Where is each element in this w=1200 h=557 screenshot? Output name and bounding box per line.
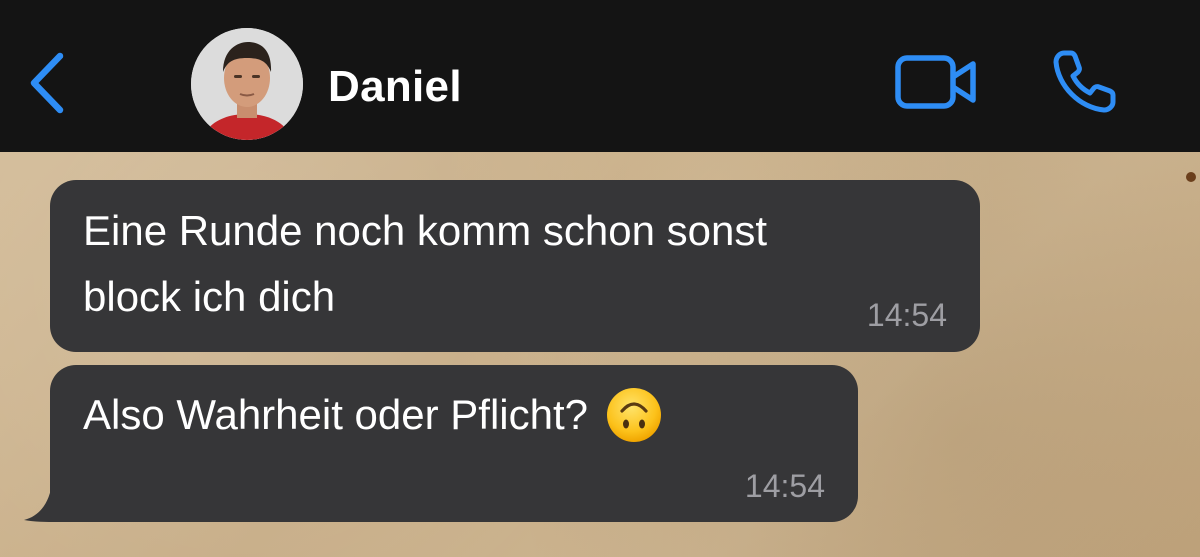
- message-line: Also Wahrheit oder Pflicht?: [83, 391, 589, 438]
- phone-icon: [1053, 50, 1116, 113]
- chat-header: Daniel: [0, 0, 1200, 152]
- back-button[interactable]: [22, 48, 72, 118]
- video-camera-icon: [895, 55, 976, 109]
- message-line: block ich dich: [83, 273, 336, 320]
- upside-down-face-emoji: [607, 388, 662, 442]
- message-line: Eine Runde noch komm schon sonst: [83, 207, 768, 254]
- avatar[interactable]: [191, 28, 303, 140]
- wallpaper-speck: [1186, 172, 1196, 182]
- message-timestamp: 14:54: [744, 468, 825, 504]
- message-timestamp: 14:54: [866, 297, 947, 333]
- contact-name[interactable]: Daniel: [328, 62, 462, 112]
- chat-area[interactable]: Eine Runde noch komm schon sonst block i…: [0, 152, 1200, 557]
- message-text: Also Wahrheit oder Pflicht?: [83, 382, 662, 448]
- contact-photo: [191, 28, 303, 140]
- chevron-left-icon: [30, 52, 64, 114]
- voice-call-button[interactable]: [1050, 48, 1118, 116]
- message-text: Eine Runde noch komm schon sonst block i…: [83, 198, 767, 330]
- video-call-button[interactable]: [893, 52, 979, 112]
- message-bubble[interactable]: Also Wahrheit oder Pflicht? 14:54: [50, 365, 858, 522]
- message-bubble[interactable]: Eine Runde noch komm schon sonst block i…: [50, 180, 980, 352]
